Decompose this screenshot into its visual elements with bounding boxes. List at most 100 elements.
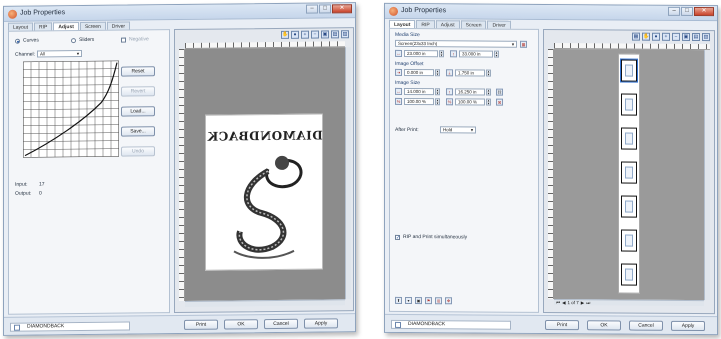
revert-button[interactable]: Revert bbox=[121, 86, 155, 97]
reset-button[interactable]: Reset bbox=[121, 66, 155, 77]
pointer-icon[interactable]: ⬆ bbox=[395, 296, 402, 304]
job-properties-window-layout: Job Properties – □ ✕ Layout RIP Adjust S… bbox=[384, 2, 718, 336]
next-page-icon[interactable]: ▶ bbox=[581, 300, 584, 306]
save-button[interactable]: Save... bbox=[121, 126, 155, 137]
apply-button[interactable]: Apply bbox=[671, 320, 705, 332]
actual-size-icon[interactable]: ▥ bbox=[702, 33, 710, 42]
size-width-spinner[interactable]: ▴ ▾ bbox=[435, 88, 440, 96]
size-width-icon: ↔ bbox=[395, 87, 402, 95]
fit-width-icon[interactable]: ▤ bbox=[331, 30, 339, 39]
hand-icon[interactable]: ✋ bbox=[281, 30, 289, 39]
zoom-in-icon[interactable]: + bbox=[662, 32, 670, 41]
app-icon bbox=[389, 6, 398, 16]
zoom-in-icon[interactable]: + bbox=[301, 30, 309, 39]
job-page[interactable] bbox=[621, 263, 637, 286]
prev-page-icon[interactable]: ◀ bbox=[562, 300, 565, 306]
fit-page-icon[interactable]: ▣ bbox=[682, 32, 690, 41]
horizontal-scrollbar[interactable] bbox=[185, 299, 345, 307]
curve-graph[interactable] bbox=[23, 60, 119, 158]
lock-aspect-icon[interactable]: ⛓ bbox=[496, 88, 503, 96]
chevron-down-icon: ▼ bbox=[470, 127, 474, 133]
scale-y-input[interactable]: 100.00 % bbox=[455, 98, 485, 106]
load-button[interactable]: Load... bbox=[121, 106, 155, 117]
job-page[interactable] bbox=[621, 229, 637, 252]
crosshair-icon[interactable]: ✥ bbox=[445, 297, 452, 305]
print-button[interactable]: Print bbox=[184, 319, 218, 330]
ok-button[interactable]: OK bbox=[224, 319, 258, 330]
offset-y-icon: ⤓ bbox=[446, 69, 453, 77]
scale-x-input[interactable]: 100.00 % bbox=[404, 97, 434, 106]
close-button[interactable]: ✕ bbox=[694, 6, 714, 17]
dropdown-icon[interactable]: ▾ bbox=[405, 296, 412, 305]
hand-icon[interactable]: ✋ bbox=[642, 32, 650, 41]
color-icon[interactable]: ● bbox=[291, 30, 299, 39]
ok-button[interactable]: OK bbox=[587, 320, 621, 331]
job-page[interactable] bbox=[621, 161, 637, 184]
media-size-select[interactable]: Screen(23x33 Inch) ▼ bbox=[395, 39, 517, 48]
negative-label: Negative bbox=[129, 36, 149, 43]
layout-icon[interactable]: ▦ bbox=[632, 32, 640, 41]
offset-x-spinner[interactable]: ▴ ▾ bbox=[435, 69, 440, 77]
minimize-button[interactable]: – bbox=[668, 6, 680, 16]
sliders-radio[interactable] bbox=[71, 38, 76, 44]
size-height-input[interactable]: 16.250 in bbox=[455, 88, 485, 96]
first-page-icon[interactable]: ⏮ bbox=[556, 300, 560, 305]
frame-icon[interactable]: ▣ bbox=[415, 297, 422, 305]
actual-size-icon[interactable]: ▥ bbox=[341, 30, 349, 39]
curves-label: Curves bbox=[23, 37, 39, 44]
fit-to-media-icon[interactable]: ⊠ bbox=[496, 98, 503, 106]
offset-x-input[interactable]: 0.000 in bbox=[404, 68, 434, 77]
media-settings-icon[interactable]: ▦ bbox=[520, 40, 527, 48]
print-button[interactable]: Print bbox=[545, 319, 579, 331]
preview-canvas bbox=[554, 49, 704, 301]
cancel-button[interactable]: Cancel bbox=[264, 318, 298, 330]
zoom-out-icon[interactable]: − bbox=[311, 30, 319, 39]
vertical-scrollbar[interactable] bbox=[704, 50, 710, 301]
maximize-button[interactable]: □ bbox=[681, 6, 693, 16]
color-icon[interactable]: ● bbox=[652, 32, 660, 41]
scale-x-spinner[interactable]: ▴ ▾ bbox=[435, 98, 440, 106]
sliders-label: Sliders bbox=[79, 36, 95, 44]
channel-select[interactable]: All ▼ bbox=[37, 50, 82, 58]
media-height-input[interactable]: 33.000 in bbox=[459, 50, 493, 58]
size-height-spinner[interactable]: ▴ ▾ bbox=[486, 88, 491, 96]
close-button[interactable]: ✕ bbox=[332, 4, 352, 14]
after-print-label: After Print: bbox=[395, 126, 419, 134]
size-height-icon: ↕ bbox=[446, 88, 453, 96]
after-print-select[interactable]: Hold ▼ bbox=[440, 126, 476, 134]
zoom-out-icon[interactable]: − bbox=[672, 32, 680, 41]
negative-checkbox[interactable] bbox=[121, 37, 126, 43]
height-icon: ↕ bbox=[450, 50, 457, 58]
flag-icon[interactable]: ⚑ bbox=[425, 297, 432, 305]
job-page[interactable] bbox=[621, 127, 637, 150]
output-label: Output: bbox=[15, 190, 32, 197]
layout-panel: Media Size Screen(23x33 Inch) ▼ ▦ ↔ 23.0… bbox=[389, 27, 539, 313]
fit-width-icon[interactable]: ▤ bbox=[692, 32, 700, 42]
minimize-button[interactable]: – bbox=[306, 4, 318, 14]
rip-and-print-checkbox[interactable]: ✓ bbox=[395, 234, 400, 241]
media-height-spinner[interactable]: ▴ ▾ bbox=[494, 50, 499, 58]
last-page-icon[interactable]: ⏭ bbox=[586, 300, 590, 305]
apply-button[interactable]: Apply bbox=[304, 318, 338, 329]
page-thumbnail bbox=[625, 64, 633, 77]
size-width-input[interactable]: 14.000 in bbox=[404, 87, 434, 96]
vertical-scrollbar[interactable] bbox=[345, 47, 351, 300]
grid-icon[interactable]: ⊞ bbox=[435, 297, 442, 305]
after-print-value: Hold bbox=[443, 127, 453, 133]
scale-y-spinner[interactable]: ▴ ▾ bbox=[486, 98, 491, 106]
job-page[interactable] bbox=[621, 93, 637, 116]
offset-y-input[interactable]: 1.750 in bbox=[455, 69, 485, 77]
window-title: Job Properties bbox=[401, 6, 447, 15]
maximize-button[interactable]: □ bbox=[319, 4, 331, 14]
fit-page-icon[interactable]: ▣ bbox=[321, 30, 329, 39]
media-width-spinner[interactable]: ▴ ▾ bbox=[439, 50, 444, 58]
undo-button[interactable]: Undo bbox=[121, 146, 155, 157]
media-width-input[interactable]: 23.000 in bbox=[404, 49, 438, 58]
page-thumbnail bbox=[625, 234, 633, 247]
curves-radio[interactable] bbox=[15, 38, 20, 44]
job-page[interactable] bbox=[620, 58, 638, 83]
job-page[interactable] bbox=[621, 195, 637, 218]
window-title: Job Properties bbox=[20, 9, 66, 17]
cancel-button[interactable]: Cancel bbox=[629, 320, 663, 331]
offset-y-spinner[interactable]: ▴ ▾ bbox=[486, 69, 491, 77]
